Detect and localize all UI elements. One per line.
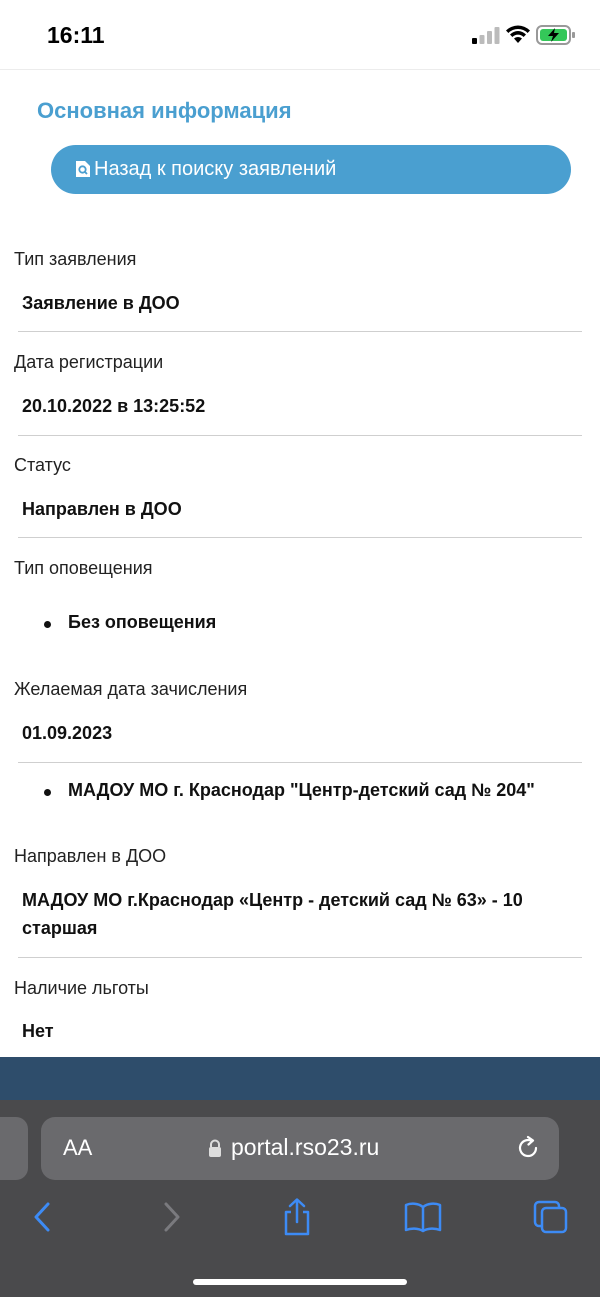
list-item: Без оповещения — [43, 612, 217, 633]
cellular-signal-icon — [472, 27, 500, 44]
url-text: portal.rso23.ru — [231, 1134, 380, 1160]
previous-tab-peek[interactable] — [0, 1117, 28, 1180]
divider — [18, 957, 582, 958]
divider — [18, 435, 582, 436]
back-nav-button[interactable] — [22, 1195, 62, 1239]
assigned-institution-value: МАДОУ МО г.Краснодар «Центр - детский са… — [22, 890, 523, 938]
forward-nav-button[interactable] — [152, 1195, 192, 1239]
chevron-right-icon — [164, 1202, 180, 1232]
notification-type-value: Без оповещения — [68, 612, 217, 632]
assigned-institution-label: Направлен в ДОО — [14, 846, 167, 866]
bookmarks-button[interactable] — [403, 1195, 443, 1239]
notification-type-label: Тип оповещения — [14, 558, 153, 578]
share-button[interactable] — [277, 1195, 317, 1239]
desired-enrollment-date-value: 01.09.2023 — [22, 723, 113, 743]
divider — [18, 762, 582, 763]
application-type-value: Заявление в ДОО — [22, 293, 180, 313]
wifi-icon — [506, 25, 530, 43]
home-indicator — [193, 1279, 407, 1285]
divider — [18, 537, 582, 538]
application-type-label: Тип заявления — [14, 249, 137, 269]
lock-icon — [209, 1139, 221, 1157]
list-item: МАДОУ МО г. Краснодар "Центр-детский сад… — [44, 780, 535, 801]
text-size-label: AA — [63, 1135, 93, 1160]
chevron-left-icon — [34, 1202, 50, 1232]
back-to-search-label: Назад к поиску заявлений — [94, 158, 337, 180]
battery-charging-icon — [536, 25, 575, 45]
reload-icon[interactable] — [515, 1135, 541, 1161]
status-value: Направлен в ДОО — [22, 499, 182, 519]
divider — [18, 331, 582, 332]
registration-date-value: 20.10.2022 в 13:25:52 — [22, 396, 206, 416]
share-icon — [284, 1198, 310, 1236]
book-icon — [404, 1202, 442, 1233]
desired-enrollment-date-label: Желаемая дата зачисления — [14, 679, 248, 699]
benefit-value: Нет — [22, 1021, 54, 1041]
tabs-icon — [533, 1200, 568, 1234]
tabs-button[interactable] — [531, 1195, 571, 1239]
address-bar[interactable]: AA portal.rso23.ru — [41, 1117, 559, 1180]
browser-nav-row — [0, 1195, 600, 1243]
status-time: 16:11 — [47, 22, 105, 48]
registration-date-label: Дата регистрации — [14, 352, 164, 372]
benefit-label: Наличие льготы — [14, 978, 149, 998]
status-bar: 16:11 — [0, 0, 600, 70]
text-size-button[interactable]: AA — [63, 1135, 92, 1161]
search-document-icon — [76, 160, 90, 177]
preferred-institution-value: МАДОУ МО г. Краснодар "Центр-детский сад… — [68, 780, 535, 800]
section-title: Основная информация — [37, 98, 292, 123]
back-to-search-button[interactable]: Назад к поиску заявлений — [51, 145, 571, 194]
status-label: Статус — [14, 455, 71, 475]
